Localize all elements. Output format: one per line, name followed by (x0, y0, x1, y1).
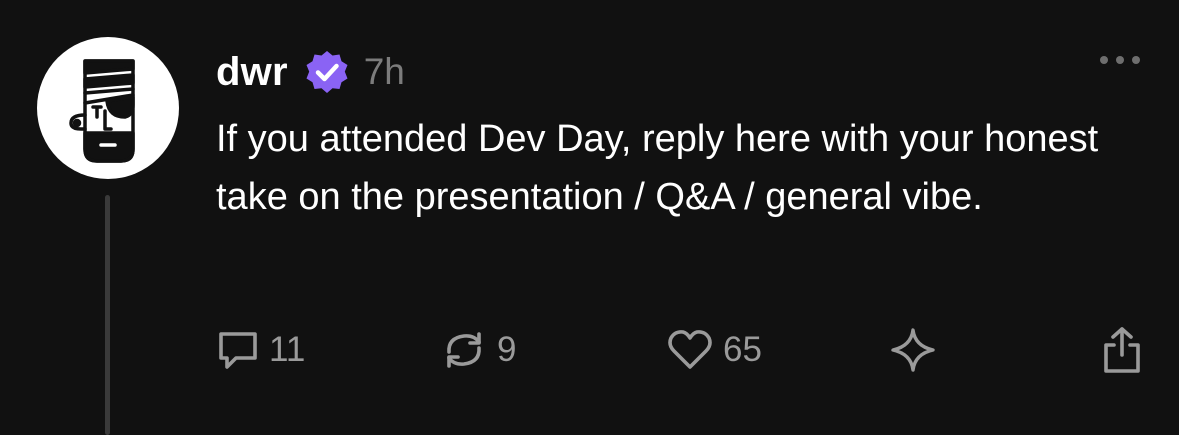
share-icon (1104, 327, 1140, 373)
tip-button[interactable] (888, 324, 938, 376)
like-button[interactable]: 65 (666, 324, 762, 376)
timestamp: 7h (363, 51, 405, 92)
username[interactable]: dwr (216, 50, 288, 95)
recast-count: 9 (497, 330, 517, 369)
recast-icon (447, 332, 481, 368)
like-count: 65 (723, 330, 762, 369)
recast-button[interactable]: 9 (440, 324, 516, 376)
comment-icon (219, 332, 257, 369)
sparkle-icon (891, 328, 935, 372)
reply-count: 11 (269, 330, 306, 369)
reply-button[interactable]: 11 (216, 324, 305, 376)
thread-line (105, 195, 110, 435)
verified-badge-icon (304, 49, 350, 95)
pirate-face-avatar-icon (69, 59, 135, 163)
share-button[interactable] (1100, 324, 1144, 376)
ellipsis-icon (1100, 56, 1140, 64)
more-options-button[interactable] (1096, 50, 1144, 74)
heart-icon (668, 330, 712, 369)
avatar[interactable] (37, 37, 179, 179)
post-header: dwr 7h (216, 44, 405, 100)
post-text: If you attended Dev Day, reply here with… (216, 118, 1099, 218)
